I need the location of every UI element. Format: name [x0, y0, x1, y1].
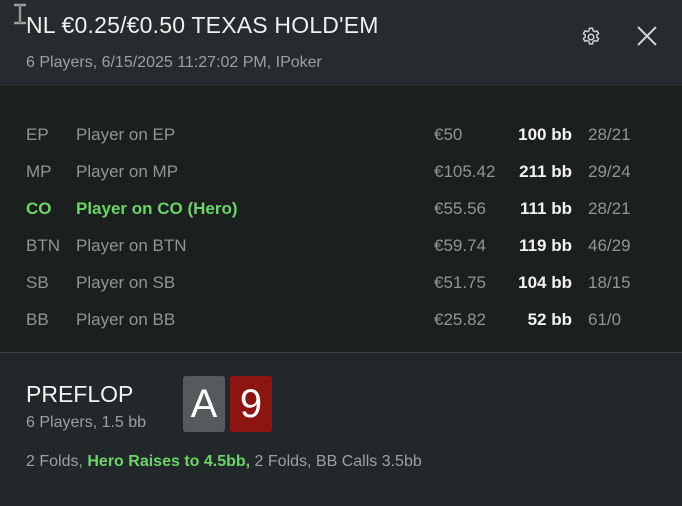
player-row-ep: EP Player on EP €50 100 bb 28/21: [0, 120, 682, 150]
player-stack: €25.82: [434, 310, 486, 329]
player-stack-bb: 111 bb: [520, 199, 572, 218]
player-row-co-hero: CO Player on CO (Hero) €55.56 111 bb 28/…: [0, 194, 682, 224]
player-position: EP: [26, 125, 49, 144]
player-stack-bb: 104 bb: [518, 273, 572, 292]
street-actions: 2 Folds, Hero Raises to 4.5bb, 2 Folds, …: [26, 453, 422, 471]
card-rank: 9: [239, 381, 263, 426]
street-title: PREFLOP: [26, 381, 134, 407]
player-stack-bb: 52 bb: [527, 310, 572, 329]
player-stats: 29/24: [588, 162, 631, 181]
player-position: CO: [26, 199, 52, 218]
player-position: BTN: [26, 236, 60, 255]
gear-icon: [582, 27, 600, 45]
player-stats: 61/0: [588, 310, 622, 329]
player-stats: 28/21: [588, 125, 631, 144]
player-stack-bb: 100 bb: [518, 125, 572, 144]
player-stats: 46/29: [588, 236, 631, 255]
player-stats: 18/15: [588, 273, 631, 292]
hand-header: NL €0.25/€0.50 TEXAS HOLD'EM 6 Players, …: [0, 0, 682, 86]
actions-after: 2 Folds, BB Calls 3.5bb: [254, 453, 422, 470]
player-stack: €105.42: [434, 162, 496, 181]
hole-card-nine: 9: [230, 376, 272, 432]
hero-action: Hero Raises to 4.5bb,: [87, 453, 251, 470]
player-stack: €59.74: [434, 236, 486, 255]
actions-before: 2 Folds,: [26, 453, 83, 470]
player-position: BB: [26, 310, 49, 329]
player-list: EP Player on EP €50 100 bb 28/21 MP Play…: [0, 86, 682, 352]
player-position: SB: [26, 273, 49, 292]
hole-card-ace: A: [183, 376, 225, 432]
player-row-bb: BB Player on BB €25.82 52 bb 61/0: [0, 305, 682, 335]
player-name: Player on CO (Hero): [76, 199, 238, 218]
player-stats: 28/21: [588, 199, 631, 218]
player-name: Player on SB: [76, 273, 176, 292]
player-name: Player on EP: [76, 125, 176, 144]
player-stack: €51.75: [434, 273, 486, 292]
player-name: Player on BB: [76, 310, 176, 329]
player-row-mp: MP Player on MP €105.42 211 bb 29/24: [0, 157, 682, 187]
player-stack-bb: 119 bb: [519, 236, 572, 255]
player-row-sb: SB Player on SB €51.75 104 bb 18/15: [0, 268, 682, 298]
player-stack: €50: [434, 125, 463, 144]
close-icon: [637, 26, 657, 46]
street-subtitle: 6 Players, 1.5 bb: [26, 414, 147, 431]
card-rank: A: [190, 381, 218, 426]
section-divider: [0, 352, 682, 353]
player-stack: €55.56: [434, 199, 486, 218]
hand-title: NL €0.25/€0.50 TEXAS HOLD'EM: [26, 12, 379, 38]
close-button[interactable]: [632, 21, 662, 51]
hand-subtitle: 6 Players, 6/15/2025 11:27:02 PM, IPoker: [26, 54, 322, 71]
player-position: MP: [26, 162, 52, 181]
player-name: Player on BTN: [76, 236, 187, 255]
player-stack-bb: 211 bb: [519, 162, 572, 181]
player-row-btn: BTN Player on BTN €59.74 119 bb 46/29: [0, 231, 682, 261]
settings-button[interactable]: [578, 24, 604, 50]
player-name: Player on MP: [76, 162, 179, 181]
